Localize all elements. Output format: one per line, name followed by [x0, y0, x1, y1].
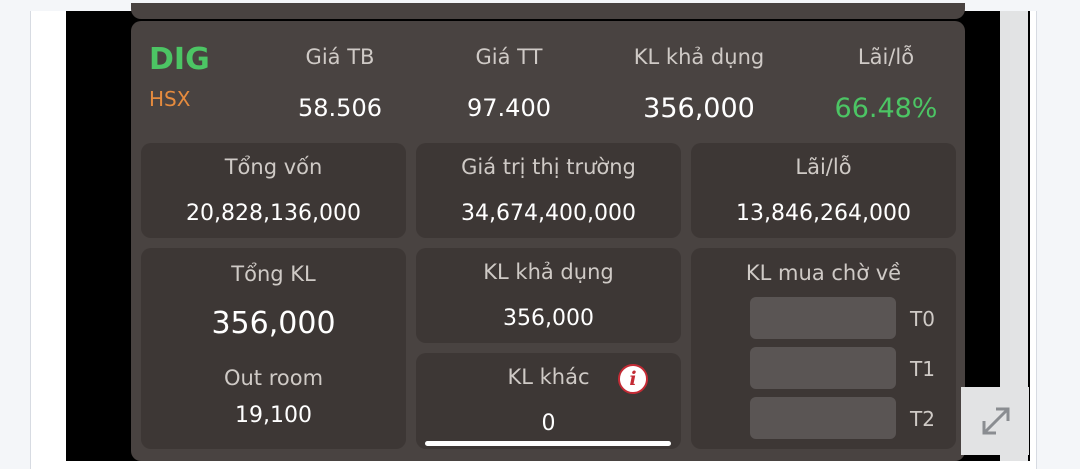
stock-symbol: DIG	[149, 42, 210, 77]
market-price-value: 97.400	[467, 94, 551, 122]
expand-icon	[982, 407, 1010, 435]
total-capital-panel: Tổng vốn 20,828,136,000	[141, 143, 406, 238]
out-room-value: 19,100	[235, 403, 312, 428]
available-qty-value: 356,000	[643, 93, 755, 124]
t0-label: T0	[910, 307, 935, 331]
stock-exchange: HSX	[149, 87, 191, 111]
total-capital-value: 20,828,136,000	[186, 201, 361, 226]
panel-available-qty-value: 356,000	[503, 306, 594, 331]
available-qty-panel: KL khả dụng 356,000	[416, 248, 681, 343]
expand-button[interactable]	[961, 387, 1029, 455]
t1-label: T1	[910, 357, 935, 381]
available-qty-label: KL khả dụng	[633, 45, 765, 69]
market-price-label: Giá TT	[475, 45, 543, 69]
total-qty-value: 356,000	[211, 306, 336, 341]
pl-value-amount: 13,846,264,000	[736, 201, 911, 226]
pending-buy-label: KL mua chờ về	[745, 261, 902, 285]
t0-qty-box	[750, 297, 896, 339]
total-qty-label: Tổng KL	[231, 262, 316, 286]
pl-value-label: Lãi/lỗ	[795, 155, 852, 179]
total-qty-panel: Tổng KL 356,000 Out room 19,100	[141, 248, 406, 449]
t2-label: T2	[910, 407, 935, 431]
pl-percent-value: 66.48%	[834, 93, 938, 124]
t1-qty-box	[750, 347, 896, 389]
market-value-value: 34,674,400,000	[461, 201, 636, 226]
market-value-label: Giá trị thị trường	[461, 155, 636, 179]
out-room-label: Out room	[223, 366, 324, 390]
previous-card	[131, 3, 965, 19]
pl-value-panel: Lãi/lỗ 13,846,264,000	[691, 143, 956, 238]
home-indicator[interactable]	[425, 441, 671, 446]
total-capital-label: Tổng vốn	[224, 155, 323, 179]
other-qty-value: 0	[541, 411, 556, 436]
panel-available-qty-label: KL khả dụng	[483, 260, 614, 284]
market-value-panel: Giá trị thị trường 34,674,400,000	[416, 143, 681, 238]
t2-qty-box	[750, 397, 896, 439]
pl-percent-label: Lãi/lỗ	[857, 45, 915, 69]
info-icon[interactable]: i	[618, 364, 648, 394]
